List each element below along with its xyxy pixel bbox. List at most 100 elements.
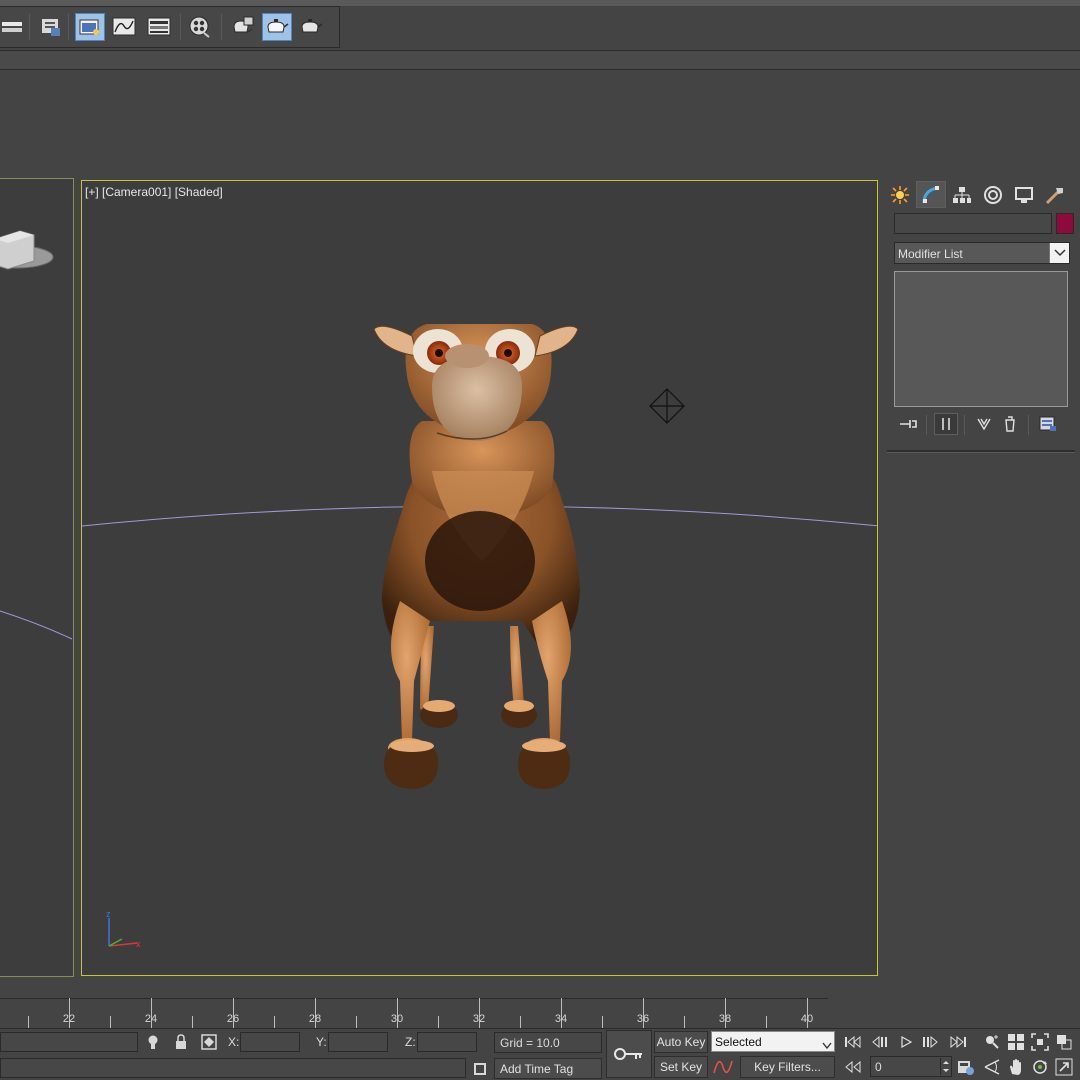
toolbar-separator — [68, 14, 69, 40]
time-configuration-icon[interactable] — [956, 1057, 976, 1077]
hierarchy-icon[interactable] — [947, 181, 977, 208]
object-color-swatch[interactable] — [1056, 213, 1074, 234]
scene-explorer-icon[interactable] — [36, 13, 66, 41]
timeline-minor-tick — [110, 1016, 111, 1028]
display-icon[interactable] — [1009, 181, 1039, 208]
show-end-result-icon[interactable] — [934, 413, 958, 435]
timeline-tick-label: 40 — [800, 1013, 814, 1025]
ribbon-area — [0, 70, 1080, 178]
key-tangent-icon[interactable] — [713, 1057, 733, 1077]
curve-editor-icon[interactable] — [110, 13, 140, 41]
next-frame-icon[interactable] — [920, 1032, 940, 1052]
object-name-field[interactable] — [894, 213, 1052, 234]
modifier-list-dropdown[interactable]: Modifier List — [894, 242, 1070, 264]
z-coordinate-field[interactable] — [417, 1032, 477, 1052]
timeline-minor-tick — [438, 1016, 439, 1028]
timeline-minor-tick — [684, 1016, 685, 1028]
panel-separator — [964, 415, 965, 435]
panel-separator — [926, 415, 927, 435]
modify-icon[interactable] — [916, 181, 946, 208]
lock-icon[interactable] — [171, 1032, 191, 1052]
timeline-minor-tick — [356, 1016, 357, 1028]
isolate-selection-icon[interactable] — [143, 1032, 163, 1052]
render-iterative-icon[interactable] — [296, 13, 326, 41]
maxscript-listener-field[interactable] — [0, 1032, 138, 1052]
modifier-stack[interactable] — [894, 271, 1068, 407]
set-key-label: Set Key — [659, 1060, 703, 1074]
chevron-down-icon[interactable] — [822, 1037, 832, 1055]
zoom-all-icon[interactable] — [1006, 1032, 1026, 1052]
toolbar-separator — [221, 14, 222, 40]
timeline-minor-tick — [602, 1016, 603, 1028]
set-keys-key-icon[interactable] — [606, 1030, 652, 1078]
x-label: X: — [228, 1035, 240, 1049]
configure-modifier-sets-icon[interactable] — [1036, 413, 1060, 435]
add-time-tag-button[interactable]: Add Time Tag — [494, 1058, 602, 1079]
time-tag-icon[interactable] — [470, 1059, 490, 1079]
timeline-tick-label: 34 — [554, 1013, 568, 1025]
layer-manager-icon[interactable] — [0, 13, 30, 41]
remove-modifier-icon[interactable] — [998, 413, 1022, 435]
dope-sheet-icon[interactable] — [145, 13, 175, 41]
grid-display: Grid = 10.0 — [494, 1032, 602, 1053]
render-setup-icon[interactable] — [75, 13, 105, 41]
key-filters-label: Key Filters... — [754, 1060, 821, 1074]
zoom-extents-icon[interactable] — [1030, 1032, 1050, 1052]
render-production-icon[interactable] — [262, 13, 292, 41]
panel-separator — [1028, 415, 1029, 435]
timeline-end — [828, 998, 1080, 1028]
previous-frame-icon[interactable] — [870, 1032, 890, 1052]
ribbon-band — [0, 50, 1080, 70]
grid-value: Grid = 10.0 — [500, 1036, 560, 1050]
field-of-view-icon[interactable] — [982, 1057, 1002, 1077]
y-label: Y: — [316, 1035, 327, 1049]
set-key-button[interactable]: Set Key — [654, 1056, 708, 1078]
x-coordinate-field[interactable] — [240, 1032, 300, 1052]
auto-key-button[interactable]: Auto Key — [654, 1031, 708, 1053]
render-frame-window-icon[interactable] — [228, 13, 258, 41]
light-helper-icon — [649, 388, 685, 424]
camel-model — [373, 324, 580, 789]
timeline-tick-label: 28 — [308, 1013, 322, 1025]
absolute-mode-icon[interactable] — [199, 1032, 219, 1052]
svg-text:z: z — [106, 909, 111, 919]
key-mode-dropdown[interactable]: Selected — [711, 1031, 835, 1052]
timeline-ruler[interactable]: 22 24 26 28 30 32 34 36 38 40 — [0, 998, 828, 1028]
current-frame-field[interactable]: 0 — [870, 1056, 952, 1077]
timeline-minor-tick — [520, 1016, 521, 1028]
chevron-down-icon[interactable] — [1049, 243, 1069, 263]
z-label: Z: — [405, 1035, 416, 1049]
axis-tripod-icon: z x — [106, 909, 141, 949]
create-icon[interactable] — [885, 181, 915, 208]
key-filters-button[interactable]: Key Filters... — [740, 1056, 835, 1078]
motion-icon[interactable] — [978, 181, 1008, 208]
svg-text:x: x — [136, 939, 141, 949]
go-to-start-icon[interactable] — [843, 1032, 863, 1052]
utilities-icon[interactable] — [1040, 181, 1070, 208]
go-to-end-icon[interactable] — [948, 1032, 968, 1052]
timeline-tick-label: 36 — [636, 1013, 650, 1025]
pan-hand-icon[interactable] — [1006, 1057, 1026, 1077]
pin-stack-icon[interactable] — [896, 413, 920, 435]
current-frame-value: 0 — [875, 1060, 882, 1074]
zoom-icon[interactable] — [982, 1032, 1002, 1052]
timeline-tick-label: 22 — [62, 1013, 76, 1025]
y-coordinate-field[interactable] — [328, 1032, 388, 1052]
camera-viewport[interactable]: [+] [Camera001] [Shaded] z x — [81, 180, 878, 976]
timeline-tick-label: 26 — [226, 1013, 240, 1025]
add-time-tag-label: Add Time Tag — [500, 1061, 574, 1076]
orbit-icon[interactable] — [1030, 1057, 1050, 1077]
frame-spinner-icon[interactable] — [940, 1058, 950, 1075]
play-icon[interactable] — [896, 1032, 916, 1052]
make-unique-icon[interactable] — [973, 413, 997, 435]
toolbar-separator — [29, 14, 30, 40]
zoom-extents-all-icon[interactable] — [1054, 1032, 1074, 1052]
key-mode-value: Selected — [715, 1035, 762, 1049]
material-editor-icon[interactable] — [186, 13, 216, 41]
maximize-viewport-icon[interactable] — [1054, 1057, 1074, 1077]
toolbar-separator — [180, 14, 181, 40]
key-mode-toggle-icon[interactable] — [843, 1057, 863, 1077]
prompt-line — [0, 1058, 466, 1078]
perspective-viewport[interactable] — [0, 178, 74, 977]
timeline-tick-label: 32 — [472, 1013, 486, 1025]
